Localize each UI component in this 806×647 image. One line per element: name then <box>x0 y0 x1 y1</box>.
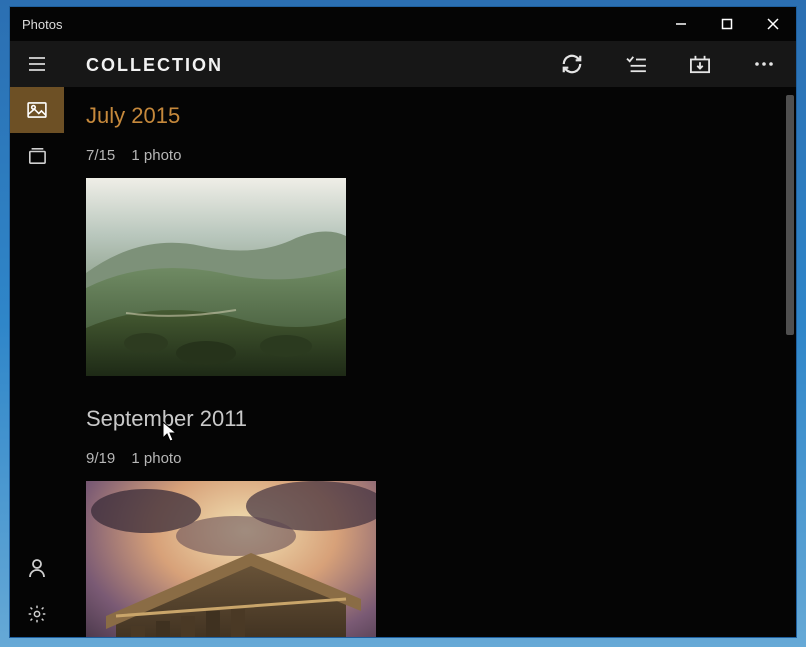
group-count: 1 photo <box>131 450 181 467</box>
hamburger-icon <box>27 56 47 72</box>
photo-thumbnail[interactable] <box>86 481 376 637</box>
more-button[interactable] <box>732 41 796 87</box>
group-title[interactable]: September 2011 <box>86 406 774 432</box>
app-window: Photos Collection <box>9 6 797 638</box>
sidebar-item-collection[interactable] <box>10 87 64 133</box>
photo-thumbnail[interactable] <box>86 178 346 376</box>
minimize-button[interactable] <box>658 7 704 41</box>
refresh-button[interactable] <box>540 41 604 87</box>
picture-icon <box>27 102 47 118</box>
import-button[interactable] <box>668 41 732 87</box>
vertical-scrollbar[interactable] <box>784 87 796 637</box>
minimize-icon <box>675 18 687 30</box>
titlebar: Photos <box>10 7 796 41</box>
content-pane: July 2015 7/15 1 photo <box>64 87 796 637</box>
temple-image <box>86 481 376 637</box>
titlebar-title: Photos <box>22 17 62 32</box>
select-icon <box>625 55 647 73</box>
group-sub: 7/15 1 photo <box>86 147 774 164</box>
close-button[interactable] <box>750 7 796 41</box>
group-sub: 9/19 1 photo <box>86 450 774 467</box>
albums-icon <box>27 147 47 165</box>
sidebar-settings-button[interactable] <box>10 591 64 637</box>
refresh-icon <box>561 53 583 75</box>
group-count: 1 photo <box>131 147 181 164</box>
body: July 2015 7/15 1 photo <box>10 87 796 637</box>
scrollbar-thumb[interactable] <box>786 95 794 335</box>
import-icon <box>689 54 711 74</box>
sidebar-item-albums[interactable] <box>10 133 64 179</box>
maximize-button[interactable] <box>704 7 750 41</box>
app-header: Collection <box>10 41 796 87</box>
gear-icon <box>27 604 47 624</box>
more-icon <box>754 61 774 67</box>
select-button[interactable] <box>604 41 668 87</box>
group-date: 7/15 <box>86 147 115 164</box>
photo-group: July 2015 7/15 1 photo <box>86 103 774 376</box>
group-date: 9/19 <box>86 450 115 467</box>
photo-group: September 2011 9/19 1 photo <box>86 406 774 637</box>
hamburger-button[interactable] <box>10 41 64 87</box>
sidebar-signin-button[interactable] <box>10 545 64 591</box>
landscape-image <box>86 178 346 376</box>
close-icon <box>767 18 779 30</box>
person-icon <box>28 558 46 578</box>
group-title[interactable]: July 2015 <box>86 103 774 129</box>
sidebar <box>10 87 64 637</box>
page-title: Collection <box>86 53 223 76</box>
maximize-icon <box>721 18 733 30</box>
